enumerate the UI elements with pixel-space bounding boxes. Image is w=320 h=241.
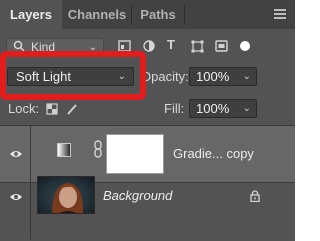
smart-object-filter-icon[interactable]	[215, 40, 228, 52]
pixel-filter-icon[interactable]	[118, 40, 131, 52]
panel-menu-icon[interactable]	[274, 9, 286, 19]
lock-icon	[250, 190, 260, 202]
lock-label: Lock:	[8, 101, 40, 116]
opacity-value: 100%	[196, 69, 230, 84]
chevron-down-icon: ⌄	[242, 71, 251, 82]
panel-tab-bar: Layers Channels Paths	[0, 0, 295, 29]
filter-toggle-icon[interactable]	[240, 41, 250, 51]
tab-divider	[184, 4, 185, 25]
chevron-down-icon: ⌄	[117, 71, 126, 82]
opacity-field[interactable]: 100% ⌄	[189, 67, 257, 86]
shape-filter-icon[interactable]	[191, 40, 204, 53]
chevron-down-icon: ⌄	[242, 103, 251, 114]
layer-mask-thumbnail[interactable]	[106, 134, 164, 174]
lock-transparent-pixels-icon[interactable]	[46, 103, 58, 115]
blend-mode-select[interactable]: Soft Light ⌄	[7, 67, 134, 86]
layer-name[interactable]: Background	[103, 188, 172, 203]
opacity-label: Opacity:	[141, 69, 189, 84]
column-divider	[30, 126, 31, 182]
column-divider	[30, 183, 31, 239]
type-filter-icon[interactable]: T	[167, 38, 175, 52]
visibility-eye-icon[interactable]	[9, 149, 23, 159]
layer-row-gradient-copy[interactable]: Gradie... copy	[0, 126, 295, 182]
tab-layers[interactable]: Layers	[0, 0, 62, 29]
adjustment-filter-icon[interactable]	[143, 40, 155, 52]
search-icon	[13, 40, 25, 52]
gradient-fill-thumbnail-icon[interactable]	[57, 143, 71, 157]
fill-value: 100%	[196, 101, 230, 116]
blend-row: Soft Light ⌄ Opacity: 100% ⌄	[0, 61, 295, 93]
portrait-image	[52, 183, 83, 213]
layers-panel: Layers Channels Paths Kind ⌄ T Soft Ligh…	[0, 0, 295, 241]
lock-image-pixels-icon[interactable]	[66, 103, 78, 115]
layer-row-background[interactable]: Background	[0, 176, 295, 239]
tab-paths[interactable]: Paths	[132, 0, 184, 29]
blend-mode-value: Soft Light	[16, 69, 71, 84]
layer-name[interactable]: Gradie... copy	[173, 146, 254, 161]
tab-channels[interactable]: Channels	[63, 0, 131, 29]
filter-kind-label: Kind	[31, 40, 56, 54]
background-layer-thumbnail[interactable]	[37, 176, 95, 214]
fill-field[interactable]: 100% ⌄	[189, 99, 257, 118]
fill-label: Fill:	[164, 101, 185, 116]
lock-row: Lock: Fill: 100% ⌄	[0, 93, 295, 125]
visibility-eye-icon[interactable]	[9, 192, 23, 202]
layer-filter-row: Kind ⌄ T	[0, 29, 295, 61]
chevron-down-icon: ⌄	[88, 42, 97, 53]
filter-kind-select[interactable]: Kind ⌄	[6, 38, 104, 55]
link-chain-icon[interactable]	[93, 140, 103, 158]
